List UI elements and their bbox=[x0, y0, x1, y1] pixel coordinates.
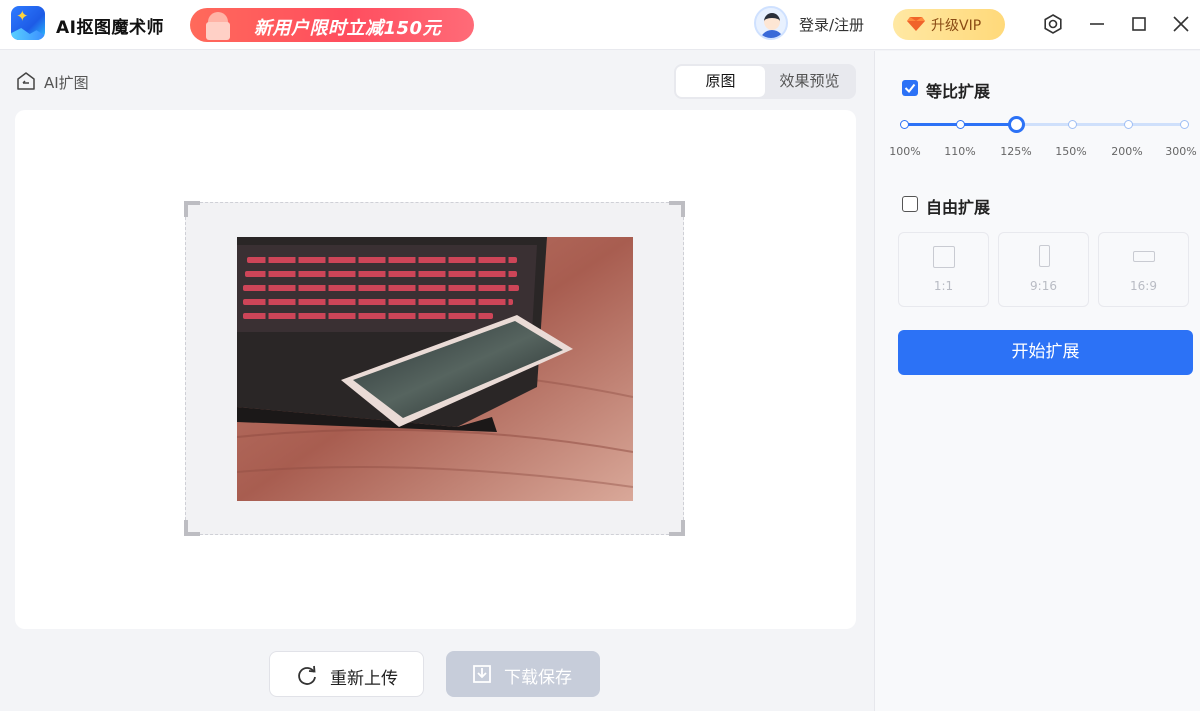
frame-handle-top-right[interactable] bbox=[669, 201, 685, 217]
avatar[interactable] bbox=[754, 6, 788, 40]
frame-handle-bottom-left[interactable] bbox=[184, 520, 200, 536]
proportional-checkbox[interactable] bbox=[902, 80, 918, 96]
reupload-button[interactable]: 重新上传 bbox=[269, 651, 424, 697]
diamond-icon bbox=[907, 17, 925, 31]
home-icon bbox=[17, 72, 35, 90]
portrait-icon bbox=[1039, 245, 1050, 267]
title-bar: ✦ AI抠图魔术师 新用户限时立减150元 登录/注册 升级VIP bbox=[0, 0, 1200, 50]
promo-banner[interactable]: 新用户限时立减150元 bbox=[190, 8, 474, 42]
gift-icon bbox=[198, 10, 238, 40]
scale-label-125: 125% bbox=[1000, 145, 1032, 158]
tab-preview[interactable]: 效果预览 bbox=[765, 66, 854, 97]
source-photo bbox=[237, 237, 633, 501]
download-icon bbox=[473, 665, 491, 683]
frame-handle-top-left[interactable] bbox=[184, 201, 200, 217]
tab-original[interactable]: 原图 bbox=[676, 66, 765, 97]
ratio-option-1-1[interactable]: 1:1 bbox=[898, 232, 989, 307]
ratio-option-9-16[interactable]: 9:16 bbox=[998, 232, 1089, 307]
minimize-icon bbox=[1090, 23, 1104, 25]
settings-icon bbox=[1044, 14, 1062, 34]
slider-stop-200[interactable] bbox=[1124, 120, 1133, 129]
scale-label-200: 200% bbox=[1111, 145, 1143, 158]
start-expand-button[interactable]: 开始扩展 bbox=[898, 330, 1193, 375]
scale-label-100: 100% bbox=[889, 145, 921, 158]
ratio-label: 9:16 bbox=[1030, 279, 1057, 293]
close-icon bbox=[1173, 16, 1189, 32]
ratio-label: 1:1 bbox=[933, 279, 954, 293]
refresh-icon bbox=[298, 665, 316, 685]
landscape-icon bbox=[1133, 251, 1155, 262]
frame-handle-bottom-right[interactable] bbox=[669, 520, 685, 536]
breadcrumb-label: AI扩图 bbox=[44, 74, 89, 92]
settings-panel bbox=[874, 51, 1200, 711]
slider-stop-100[interactable] bbox=[900, 120, 909, 129]
proportional-label: 等比扩展 bbox=[926, 82, 991, 101]
reupload-label: 重新上传 bbox=[330, 669, 398, 689]
view-toggle: 原图 效果预览 bbox=[674, 64, 856, 99]
slider-stop-150[interactable] bbox=[1068, 120, 1077, 129]
maximize-button[interactable] bbox=[1123, 8, 1155, 40]
slider-stop-300[interactable] bbox=[1180, 120, 1189, 129]
login-link[interactable]: 登录/注册 bbox=[799, 14, 864, 35]
settings-button[interactable] bbox=[1037, 8, 1069, 40]
close-button[interactable] bbox=[1165, 8, 1197, 40]
promo-text: 新用户限时立减150元 bbox=[254, 18, 442, 39]
check-icon bbox=[904, 83, 916, 94]
app-title: AI抠图魔术师 bbox=[56, 18, 164, 38]
scale-slider[interactable] bbox=[900, 115, 1189, 135]
free-expand-label: 自由扩展 bbox=[926, 198, 991, 217]
upgrade-vip-button[interactable]: 升级VIP bbox=[893, 9, 1005, 40]
maximize-icon bbox=[1132, 17, 1146, 31]
free-expand-checkbox[interactable] bbox=[902, 196, 918, 212]
app-logo-icon: ✦ bbox=[11, 6, 45, 40]
ratio-label: 16:9 bbox=[1130, 279, 1157, 293]
ratio-option-16-9[interactable]: 16:9 bbox=[1098, 232, 1189, 307]
download-label: 下载保存 bbox=[504, 668, 572, 688]
slider-knob[interactable] bbox=[1008, 116, 1025, 133]
vip-label: 升级VIP bbox=[931, 18, 982, 34]
square-icon bbox=[933, 246, 955, 268]
slider-stop-110[interactable] bbox=[956, 120, 965, 129]
minimize-button[interactable] bbox=[1081, 8, 1113, 40]
download-button[interactable]: 下载保存 bbox=[446, 651, 600, 697]
scale-label-110: 110% bbox=[944, 145, 976, 158]
scale-label-300: 300% bbox=[1165, 145, 1197, 158]
scale-label-150: 150% bbox=[1055, 145, 1087, 158]
